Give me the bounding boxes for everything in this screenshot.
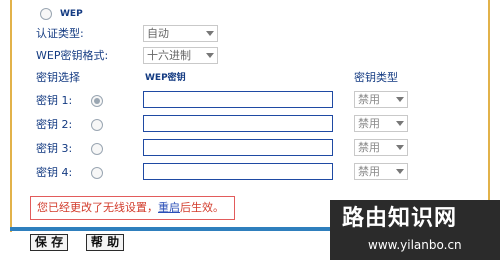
key-4-label: 密钥 4: [36, 166, 73, 179]
wep-label: WEP [60, 9, 83, 19]
key-format-select[interactable]: 十六进制 [143, 47, 218, 64]
chevron-down-icon [206, 53, 214, 58]
panel-right-border [488, 0, 490, 232]
restart-link[interactable]: 重启 [158, 201, 180, 214]
wep-radio[interactable] [40, 8, 52, 20]
chevron-down-icon [396, 97, 404, 102]
auth-type-select[interactable]: 自动 [143, 25, 218, 42]
key-select-header: 密钥选择 [36, 71, 80, 84]
wireless-security-panel: WEP 认证类型: 自动 WEP密钥格式: 十六进制 密钥选择 WEP密钥 密钥… [0, 0, 500, 260]
key-4-type-select[interactable]: 禁用 [354, 163, 408, 180]
save-button[interactable]: 保 存 [30, 234, 68, 251]
chevron-down-icon [396, 169, 404, 174]
auth-type-value: 自动 [147, 27, 169, 40]
key-format-value: 十六进制 [147, 49, 191, 62]
key-type-header: 密钥类型 [354, 71, 398, 84]
key-3-radio[interactable] [91, 143, 103, 155]
key-1-label: 密钥 1: [36, 94, 73, 107]
chevron-down-icon [206, 31, 214, 36]
help-button[interactable]: 帮 助 [86, 234, 124, 251]
key-1-type-select[interactable]: 禁用 [354, 91, 408, 108]
key-2-type-value: 禁用 [358, 117, 380, 130]
key-2-type-select[interactable]: 禁用 [354, 115, 408, 132]
watermark: 路由知识网 www.yilanbo.cn [330, 200, 500, 260]
key-2-input[interactable] [143, 115, 333, 132]
watermark-url: www.yilanbo.cn [368, 238, 462, 252]
key-1-radio[interactable] [91, 95, 103, 107]
key-4-type-value: 禁用 [358, 165, 380, 178]
key-3-type-select[interactable]: 禁用 [354, 139, 408, 156]
key-2-radio[interactable] [91, 119, 103, 131]
key-1-type-value: 禁用 [358, 93, 380, 106]
key-1-input[interactable] [143, 91, 333, 108]
chevron-down-icon [396, 145, 404, 150]
panel-left-border [10, 0, 12, 232]
key-3-input[interactable] [143, 139, 333, 156]
notice-suffix: 后生效。 [180, 201, 224, 214]
notice-prefix: 您已经更改了无线设置， [37, 201, 158, 214]
auth-type-label: 认证类型: [36, 27, 84, 40]
key-3-label: 密钥 3: [36, 142, 73, 155]
wep-key-header: WEP密钥 [145, 73, 186, 83]
chevron-down-icon [396, 121, 404, 126]
key-format-label: WEP密钥格式: [36, 49, 109, 62]
watermark-title: 路由知识网 [342, 206, 458, 231]
key-2-label: 密钥 2: [36, 118, 73, 131]
key-4-input[interactable] [143, 163, 333, 180]
key-3-type-value: 禁用 [358, 141, 380, 154]
restart-notice: 您已经更改了无线设置，重启后生效。 [30, 196, 235, 220]
key-4-radio[interactable] [91, 167, 103, 179]
